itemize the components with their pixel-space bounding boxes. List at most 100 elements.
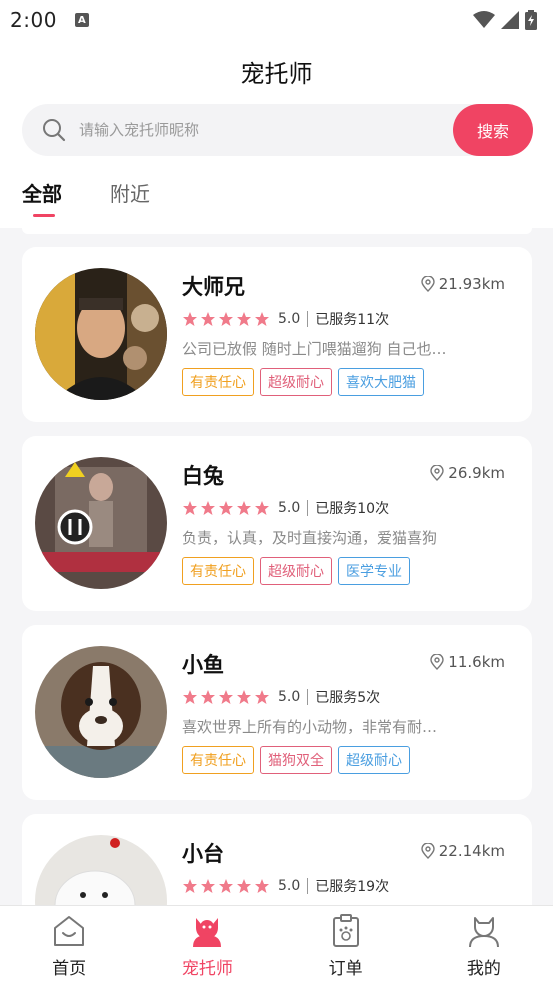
star-icon — [255, 312, 269, 326]
avatar — [35, 646, 167, 778]
tab-active-indicator — [33, 214, 55, 217]
sitter-description: 负责，认真，及时直接沟通，爱猫喜狗 — [182, 529, 438, 547]
distance-value: 21.93km — [438, 275, 505, 293]
tag: 猫狗双全 — [260, 746, 332, 774]
star-icon — [237, 501, 251, 515]
service-count: 已服务19次 — [315, 879, 390, 895]
sitter-name: 白兔 — [182, 464, 224, 488]
location-pin-icon — [421, 843, 435, 859]
star-icon — [219, 312, 233, 326]
nav-label: 我的 — [466, 959, 501, 979]
tab-all[interactable]: 全部 — [22, 178, 62, 207]
sitter-icon — [193, 918, 222, 947]
distance: 26.9km — [430, 464, 505, 482]
search-section: 搜索 — [0, 102, 553, 164]
star-rating — [182, 311, 270, 327]
star-icon — [201, 312, 215, 326]
previous-card-edge — [22, 228, 532, 234]
rating-score: 5.0 — [278, 689, 301, 705]
nav-label: 订单 — [328, 959, 363, 979]
sitter-description: 公司已放假 随时上门喂猫遛狗 自己也… — [182, 340, 447, 358]
tag: 医学专业 — [338, 557, 410, 585]
distance: 21.93km — [421, 275, 505, 293]
rating-score: 5.0 — [278, 878, 301, 894]
search-icon — [43, 119, 66, 142]
tag: 有责任心 — [182, 368, 254, 396]
order-icon — [332, 914, 359, 947]
divider — [307, 689, 309, 705]
star-icon — [255, 690, 269, 704]
tab-bar: 全部 附近 — [0, 164, 553, 228]
divider — [307, 878, 309, 894]
avatar — [35, 835, 167, 905]
service-count: 已服务5次 — [315, 690, 381, 706]
tab-nearby[interactable]: 附近 — [110, 178, 150, 207]
tag-list: 有责任心 猫狗双全 超级耐心 — [182, 746, 410, 774]
tag-list: 有责任心 超级耐心 医学专业 — [182, 557, 410, 585]
rating-row: 5.0 已服务10次 — [182, 498, 389, 518]
distance-value: 11.6km — [448, 653, 505, 671]
page-title: 宠托师 — [240, 59, 313, 88]
title-bar: 宠托师 — [0, 40, 553, 102]
search-input[interactable] — [79, 121, 419, 139]
rating-row: 5.0 已服务5次 — [182, 687, 380, 707]
bottom-nav: 首页 宠托师 订单 我的 — [0, 905, 553, 983]
divider — [307, 311, 309, 327]
star-icon — [219, 501, 233, 515]
star-icon — [255, 501, 269, 515]
star-icon — [201, 501, 215, 515]
star-icon — [183, 879, 197, 893]
nav-sitter[interactable]: 宠托师 — [138, 906, 276, 983]
distance: 11.6km — [430, 653, 505, 671]
location-pin-icon — [421, 276, 435, 292]
sitter-name: 大师兄 — [182, 275, 245, 299]
rating-row: 5.0 已服务11次 — [182, 309, 389, 329]
sitter-card[interactable]: 大师兄 21.93km 5.0 已服务11次 公司已放假 随时上门喂猫遛狗 自己… — [22, 247, 532, 422]
star-rating — [182, 500, 270, 516]
sitter-card[interactable]: 白兔 26.9km 5.0 已服务10次 负责，认真，及时直接沟通，爱猫喜狗 有… — [22, 436, 532, 611]
tag-list: 有责任心 超级耐心 喜欢大肥猫 — [182, 368, 424, 396]
star-rating — [182, 878, 270, 894]
distance: 22.14km — [421, 842, 505, 860]
tag: 喜欢大肥猫 — [338, 368, 424, 396]
avatar — [35, 457, 167, 589]
star-icon — [219, 879, 233, 893]
star-icon — [219, 690, 233, 704]
star-icon — [183, 312, 197, 326]
nav-label: 宠托师 — [181, 959, 233, 979]
location-pin-icon — [430, 654, 444, 670]
sitter-list[interactable]: 大师兄 21.93km 5.0 已服务11次 公司已放假 随时上门喂猫遛狗 自己… — [0, 228, 553, 905]
tag: 超级耐心 — [260, 557, 332, 585]
star-icon — [183, 690, 197, 704]
rating-score: 5.0 — [278, 500, 301, 516]
wifi-icon — [473, 11, 495, 28]
battery-icon — [525, 10, 537, 30]
search-button[interactable]: 搜索 — [453, 104, 533, 156]
rating-score: 5.0 — [278, 311, 301, 327]
distance-value: 22.14km — [438, 842, 505, 860]
sitter-name: 小鱼 — [182, 653, 224, 677]
nav-home[interactable]: 首页 — [0, 906, 138, 983]
star-icon — [237, 690, 251, 704]
home-icon — [54, 916, 85, 946]
star-icon — [183, 501, 197, 515]
sitter-description: 喜欢世界上所有的小动物，非常有耐… — [182, 718, 438, 736]
tag: 超级耐心 — [260, 368, 332, 396]
divider — [307, 500, 309, 516]
star-icon — [201, 690, 215, 704]
location-pin-icon — [430, 465, 444, 481]
status-bar: 2:00 A — [0, 0, 553, 40]
sitter-card[interactable]: 小台 22.14km 5.0 已服务19次 — [22, 814, 532, 905]
nav-profile[interactable]: 我的 — [415, 906, 553, 983]
signal-icon — [501, 11, 519, 29]
star-icon — [237, 879, 251, 893]
nav-orders[interactable]: 订单 — [277, 906, 415, 983]
tag: 超级耐心 — [338, 746, 410, 774]
service-count: 已服务11次 — [315, 312, 390, 328]
profile-icon — [468, 917, 499, 948]
status-icons — [473, 10, 537, 30]
avatar — [35, 268, 167, 400]
rating-row: 5.0 已服务19次 — [182, 876, 389, 896]
sitter-card[interactable]: 小鱼 11.6km 5.0 已服务5次 喜欢世界上所有的小动物，非常有耐… 有责… — [22, 625, 532, 800]
service-count: 已服务10次 — [315, 501, 390, 517]
